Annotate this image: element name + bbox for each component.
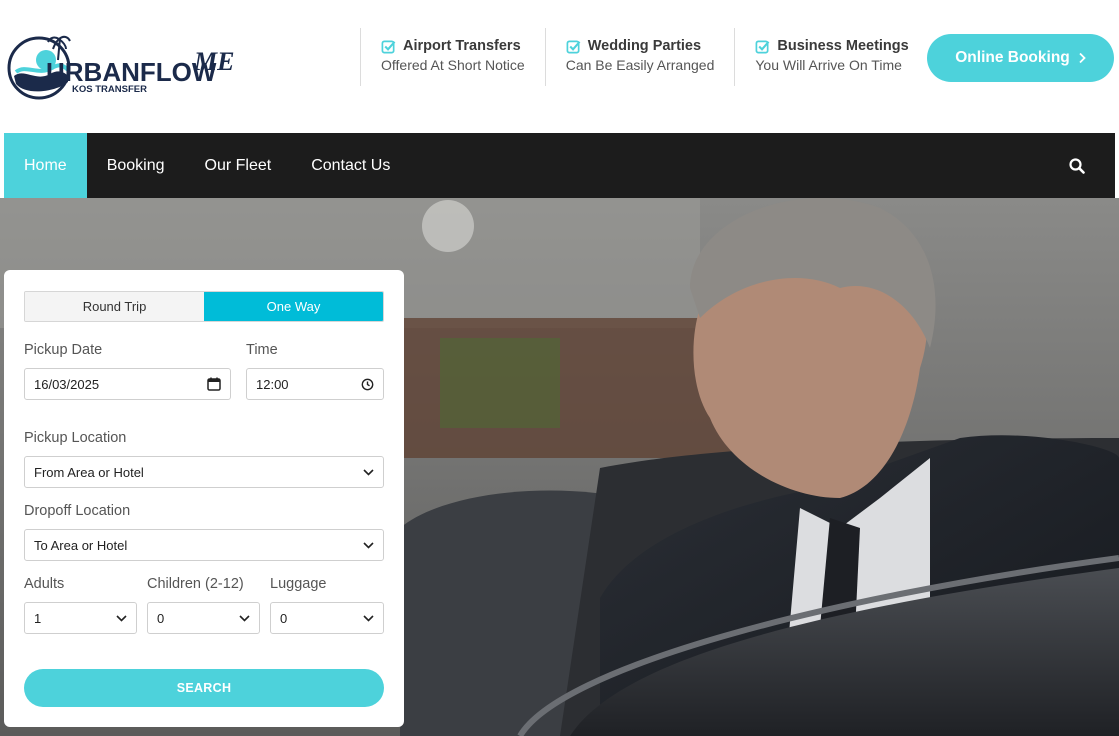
pickup-date-label: Pickup Date [24,342,103,358]
online-booking-button[interactable]: Online Booking [927,34,1114,82]
nav-item-contact-us[interactable]: Contact Us [291,133,410,198]
main-nav: Home Booking Our Fleet Contact Us [4,133,1115,198]
time-value: 12:00 [256,376,289,392]
feature-title: Wedding Parties [587,38,702,54]
luggage-value: 0 [280,610,288,626]
feature-subtitle: Can Be Easily Arranged [565,57,715,73]
pickup-date-input[interactable]: 16/03/2025 [24,368,231,400]
urbanflow-logo[interactable]: URBANFLOW ME KOS TRANSFER [6,30,246,105]
children-select[interactable]: 0 [147,602,260,634]
dropoff-location-select[interactable]: To Area or Hotel [24,529,384,561]
time-label: Time [246,342,278,358]
chevron-down-icon [363,468,374,476]
adults-label: Adults [24,576,65,592]
search-button[interactable]: SEARCH [24,669,384,707]
logo-mark: ME [193,47,234,76]
chevron-down-icon [363,614,374,622]
nav-item-home[interactable]: Home [4,133,87,198]
site-header: URBANFLOW ME KOS TRANSFER Airport Transf… [0,0,1119,133]
online-booking-label: Online Booking [955,49,1070,66]
feature-business-meetings: Business Meetings You Will Arrive On Tim… [734,28,928,86]
check-square-icon [755,40,770,53]
search-icon [1069,157,1085,174]
chevron-right-icon [1079,52,1086,64]
one-way-option[interactable]: One Way [204,292,383,321]
feature-title: Airport Transfers [403,38,521,54]
adults-select[interactable]: 1 [24,602,137,634]
dropoff-location-value: To Area or Hotel [34,537,128,553]
chevron-down-icon [116,614,127,622]
check-square-icon [566,40,581,53]
feature-subtitle: Offered At Short Notice [381,57,525,73]
calendar-icon [207,377,221,391]
luggage-select[interactable]: 0 [270,602,384,634]
dropoff-location-label: Dropoff Location [24,503,131,519]
nav-item-our-fleet[interactable]: Our Fleet [185,133,292,198]
adults-value: 1 [34,610,42,626]
clock-icon [361,378,374,390]
feature-wedding-parties: Wedding Parties Can Be Easily Arranged [544,28,735,86]
check-square-icon [381,40,396,53]
time-input[interactable]: 12:00 [246,368,384,400]
feature-list: Airport Transfers Offered At Short Notic… [360,28,929,86]
children-label: Children (2-12) [147,576,244,592]
feature-title: Business Meetings [777,38,909,54]
logo-tagline: KOS TRANSFER [72,84,147,95]
round-trip-option[interactable]: Round Trip [25,292,204,321]
luggage-label: Luggage [270,576,327,592]
pickup-date-value: 16/03/2025 [34,376,100,392]
children-value: 0 [157,610,165,626]
pickup-location-value: From Area or Hotel [34,464,144,480]
chevron-down-icon [363,541,374,549]
trip-type-toggle: Round Trip One Way [24,291,384,322]
nav-search-button[interactable] [1039,133,1115,198]
nav-item-booking[interactable]: Booking [87,133,185,198]
feature-subtitle: You Will Arrive On Time [755,57,902,73]
logo-brand: URBANFLOW [46,57,217,87]
pickup-location-select[interactable]: From Area or Hotel [24,456,384,488]
pickup-location-label: Pickup Location [24,430,127,446]
booking-form: Round Trip One Way Pickup Date 16/03/202… [4,270,404,727]
chevron-down-icon [239,614,250,622]
feature-airport-transfers: Airport Transfers Offered At Short Notic… [360,28,545,86]
